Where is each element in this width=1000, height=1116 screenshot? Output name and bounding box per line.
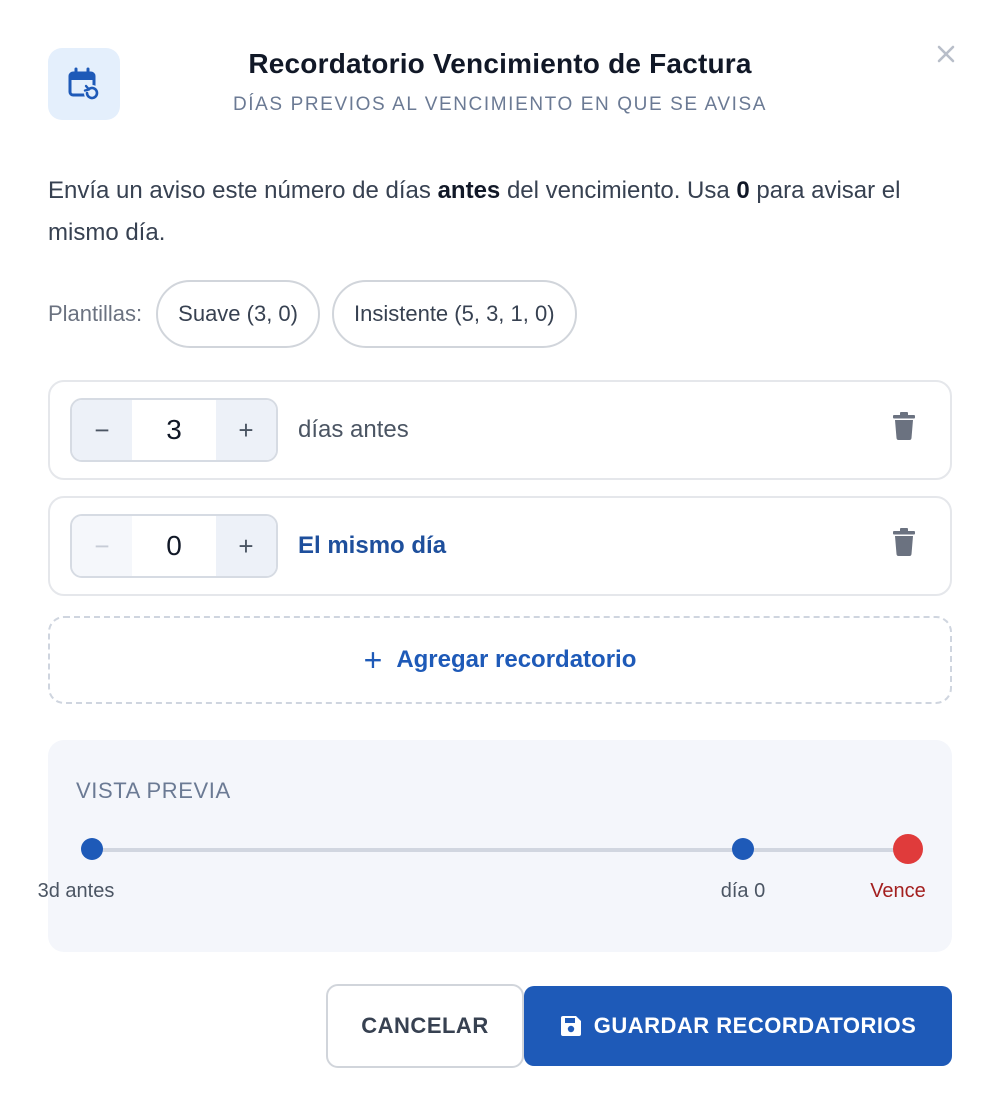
add-reminder-button[interactable]: + Agregar recordatorio [48,616,952,704]
timeline-label: día 0 [720,880,766,902]
decrement-button[interactable]: − [72,516,132,576]
days-stepper: − 3 + [70,398,278,462]
plus-icon: + [363,642,383,678]
timeline-point [81,838,103,860]
timeline-track [92,848,908,852]
cancel-button[interactable]: CANCELAR [326,984,524,1068]
due-point [893,834,923,864]
template-chip-insistente[interactable]: Insistente (5, 3, 1, 0) [332,280,577,348]
save-button[interactable]: GUARDAR RECORDATORIOS [524,986,952,1066]
reminder-label: El mismo día [298,532,447,559]
days-stepper: − 0 + [70,514,278,578]
dialog-title: Recordatorio Vencimiento de Factura [248,48,752,79]
timeline-point [732,838,754,860]
trash-icon [893,412,915,440]
delete-reminder-button[interactable] [892,412,916,440]
description-text: Envía un aviso este número de días antes… [48,177,901,246]
close-icon [937,45,955,63]
preview-panel: VISTA PREVIA 3d antes día 0 Vence [38,740,952,952]
templates-label: Plantillas: [48,301,143,326]
dialog-subtitle: DÍAS PREVIOS AL VENCIMIENTO EN QUE SE AV… [232,94,768,115]
close-button[interactable] [932,40,960,68]
days-value[interactable]: 3 [132,400,216,460]
template-chip-suave[interactable]: Suave (3, 0) [156,280,320,348]
reminder-row: − 0 + El mismo día [48,496,952,596]
due-label: Vence [870,880,926,902]
decrement-button[interactable]: − [72,400,132,460]
calendar-refresh-icon [48,48,120,120]
reminder-label: días antes [298,416,409,443]
reminder-dialog: Recordatorio Vencimiento de Factura DÍAS… [0,0,1000,1116]
add-reminder-label: Agregar recordatorio [396,646,637,673]
increment-button[interactable]: + [216,400,276,460]
templates-bar: Plantillas: Suave (3, 0) Insistente (5, … [48,280,589,348]
reminder-row: − 3 + días antes [48,380,952,480]
timeline-label: 3d antes [37,880,115,902]
trash-icon [893,528,915,556]
save-label: GUARDAR RECORDATORIOS [593,1013,917,1038]
preview-title: VISTA PREVIA [76,778,231,803]
delete-reminder-button[interactable] [892,528,916,556]
increment-button[interactable]: + [216,516,276,576]
floppy-disk-icon [560,1016,581,1036]
days-value[interactable]: 0 [132,516,216,576]
